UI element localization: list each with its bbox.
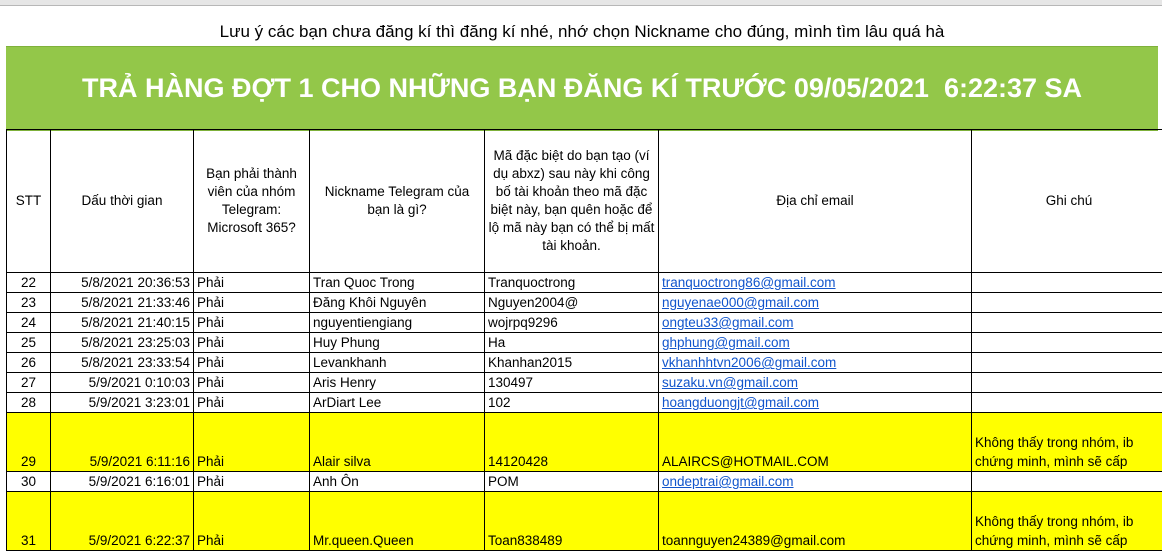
header-member[interactable]: Bạn phải thành viên của nhóm Telegram: M… bbox=[193, 129, 310, 273]
cell-note[interactable] bbox=[971, 352, 1162, 373]
cell-note[interactable] bbox=[971, 332, 1162, 353]
cell-member[interactable]: Phải bbox=[193, 412, 310, 472]
table-row: 25 5/8/2021 23:25:03 Phải Huy Phung Ha g… bbox=[6, 332, 1162, 353]
cell-note[interactable] bbox=[971, 392, 1162, 413]
cell-nickname[interactable]: Mr.queen.Queen bbox=[309, 491, 485, 551]
cell-member[interactable]: Phải bbox=[193, 272, 310, 293]
cell-note[interactable]: Không thấy trong nhóm, ib chứng minh, mì… bbox=[971, 491, 1162, 551]
header-special-code[interactable]: Mã đặc biệt do bạn tạo (ví dụ abxz) sau … bbox=[484, 129, 659, 273]
cell-timestamp[interactable]: 5/9/2021 0:10:03 bbox=[50, 372, 194, 393]
header-note[interactable]: Ghi chú bbox=[971, 129, 1162, 273]
cell-code[interactable]: 14120428 bbox=[484, 412, 659, 472]
cell-member[interactable]: Phải bbox=[193, 312, 310, 333]
cell-email-link[interactable]: suzaku.vn@gmail.com bbox=[658, 372, 972, 393]
cell-email-link[interactable]: ondeptrai@gmail.com bbox=[658, 471, 972, 492]
cell-note[interactable]: Không thấy trong nhóm, ib chứng minh, mì… bbox=[971, 412, 1162, 472]
cell-nickname[interactable]: Alair silva bbox=[309, 412, 485, 472]
cell-timestamp[interactable]: 5/9/2021 6:22:37 bbox=[50, 491, 194, 551]
cell-email-link[interactable]: hoangduongjt@gmail.com bbox=[658, 392, 972, 413]
cell-code[interactable]: POM bbox=[484, 471, 659, 492]
table-row: 24 5/8/2021 21:40:15 Phải nguyentiengian… bbox=[6, 312, 1162, 333]
cell-email[interactable]: ALAIRCS@HOTMAIL.COM bbox=[658, 412, 972, 472]
cell-nickname[interactable]: Tran Quoc Trong bbox=[309, 272, 485, 293]
cell-code[interactable]: Nguyen2004@ bbox=[484, 292, 659, 313]
cell-timestamp[interactable]: 5/9/2021 6:16:01 bbox=[50, 471, 194, 492]
cell-nickname[interactable]: Levankhanh bbox=[309, 352, 485, 373]
cell-code[interactable]: Khanhan2015 bbox=[484, 352, 659, 373]
table-row-highlighted: 29 5/9/2021 6:11:16 Phải Alair silva 141… bbox=[6, 412, 1162, 472]
cell-code[interactable]: 130497 bbox=[484, 372, 659, 393]
header-nickname[interactable]: Nickname Telegram của bạn là gì? bbox=[309, 129, 485, 273]
cell-stt[interactable]: 22 bbox=[6, 272, 51, 293]
header-row: STT Dấu thời gian Bạn phải thành viên củ… bbox=[6, 129, 1162, 273]
cell-member[interactable]: Phải bbox=[193, 332, 310, 353]
table-row: 26 5/8/2021 23:33:54 Phải Levankhanh Kha… bbox=[6, 352, 1162, 373]
cell-timestamp[interactable]: 5/8/2021 20:36:53 bbox=[50, 272, 194, 293]
cell-code[interactable]: wojrpq9296 bbox=[484, 312, 659, 333]
cell-stt[interactable]: 25 bbox=[6, 332, 51, 353]
registration-table: STT Dấu thời gian Bạn phải thành viên củ… bbox=[6, 129, 1162, 551]
registration-notice: Lưu ý các bạn chưa đăng kí thì đăng kí n… bbox=[219, 22, 945, 41]
cell-nickname[interactable]: Anh Ôn bbox=[309, 471, 485, 492]
cell-note[interactable] bbox=[971, 272, 1162, 293]
cell-nickname[interactable]: Huy Phung bbox=[309, 332, 485, 353]
cell-nickname[interactable]: nguyentiengiang bbox=[309, 312, 485, 333]
cell-nickname[interactable]: ArDiart Lee bbox=[309, 392, 485, 413]
cell-member[interactable]: Phải bbox=[193, 471, 310, 492]
cell-code[interactable]: 102 bbox=[484, 392, 659, 413]
header-timestamp[interactable]: Dấu thời gian bbox=[50, 129, 194, 273]
cell-email[interactable]: toannguyen24389@gmail.com bbox=[658, 491, 972, 551]
cell-timestamp[interactable]: 5/8/2021 23:25:03 bbox=[50, 332, 194, 353]
table-row: 23 5/8/2021 21:33:46 Phải Đăng Khôi Nguy… bbox=[6, 292, 1162, 313]
cell-stt[interactable]: 23 bbox=[6, 292, 51, 313]
cell-timestamp[interactable]: 5/8/2021 21:33:46 bbox=[50, 292, 194, 313]
header-stt[interactable]: STT bbox=[6, 129, 51, 273]
table-row: 27 5/9/2021 0:10:03 Phải Aris Henry 1304… bbox=[6, 372, 1162, 393]
cell-email-link[interactable]: ongteu33@gmail.com bbox=[658, 312, 972, 333]
table-row: 28 5/9/2021 3:23:01 Phải ArDiart Lee 102… bbox=[6, 392, 1162, 413]
cell-nickname[interactable]: Đăng Khôi Nguyên bbox=[309, 292, 485, 313]
cell-note[interactable] bbox=[971, 292, 1162, 313]
table-row: 22 5/8/2021 20:36:53 Phải Tran Quoc Tron… bbox=[6, 272, 1162, 293]
cell-email-link[interactable]: nguyenae000@gmail.com bbox=[658, 292, 972, 313]
cell-stt[interactable]: 30 bbox=[6, 471, 51, 492]
cell-note[interactable] bbox=[971, 471, 1162, 492]
cell-nickname[interactable]: Aris Henry bbox=[309, 372, 485, 393]
cell-stt[interactable]: 26 bbox=[6, 352, 51, 373]
cell-note[interactable] bbox=[971, 312, 1162, 333]
cell-note[interactable] bbox=[971, 372, 1162, 393]
cell-stt[interactable]: 31 bbox=[6, 491, 51, 551]
cell-member[interactable]: Phải bbox=[193, 292, 310, 313]
cell-email-link[interactable]: ghphung@gmail.com bbox=[658, 332, 972, 353]
cell-timestamp[interactable]: 5/9/2021 3:23:01 bbox=[50, 392, 194, 413]
cell-timestamp[interactable]: 5/8/2021 23:33:54 bbox=[50, 352, 194, 373]
cell-email-link[interactable]: tranquoctrong86@gmail.com bbox=[658, 272, 972, 293]
header-email[interactable]: Địa chỉ email bbox=[658, 129, 972, 273]
cell-member[interactable]: Phải bbox=[193, 372, 310, 393]
cell-timestamp[interactable]: 5/8/2021 21:40:15 bbox=[50, 312, 194, 333]
column-header-strip[interactable] bbox=[0, 0, 1162, 6]
cell-member[interactable]: Phải bbox=[193, 392, 310, 413]
cell-member[interactable]: Phải bbox=[193, 352, 310, 373]
cell-code[interactable]: Ha bbox=[484, 332, 659, 353]
delivery-banner: TRẢ HÀNG ĐỢT 1 CHO NHỮNG BẠN ĐĂNG KÍ TRƯ… bbox=[6, 46, 1158, 131]
table-row-highlighted: 31 5/9/2021 6:22:37 Phải Mr.queen.Queen … bbox=[6, 491, 1162, 551]
cell-code[interactable]: Tranquoctrong bbox=[484, 272, 659, 293]
cell-stt[interactable]: 27 bbox=[6, 372, 51, 393]
cell-stt[interactable]: 29 bbox=[6, 412, 51, 472]
cell-email-link[interactable]: vkhanhhtvn2006@gmail.com bbox=[658, 352, 972, 373]
cell-code[interactable]: Toan838489 bbox=[484, 491, 659, 551]
cell-timestamp[interactable]: 5/9/2021 6:11:16 bbox=[50, 412, 194, 472]
cell-stt[interactable]: 24 bbox=[6, 312, 51, 333]
cell-stt[interactable]: 28 bbox=[6, 392, 51, 413]
table-row: 30 5/9/2021 6:16:01 Phải Anh Ôn POM onde… bbox=[6, 471, 1162, 492]
cell-member[interactable]: Phải bbox=[193, 491, 310, 551]
